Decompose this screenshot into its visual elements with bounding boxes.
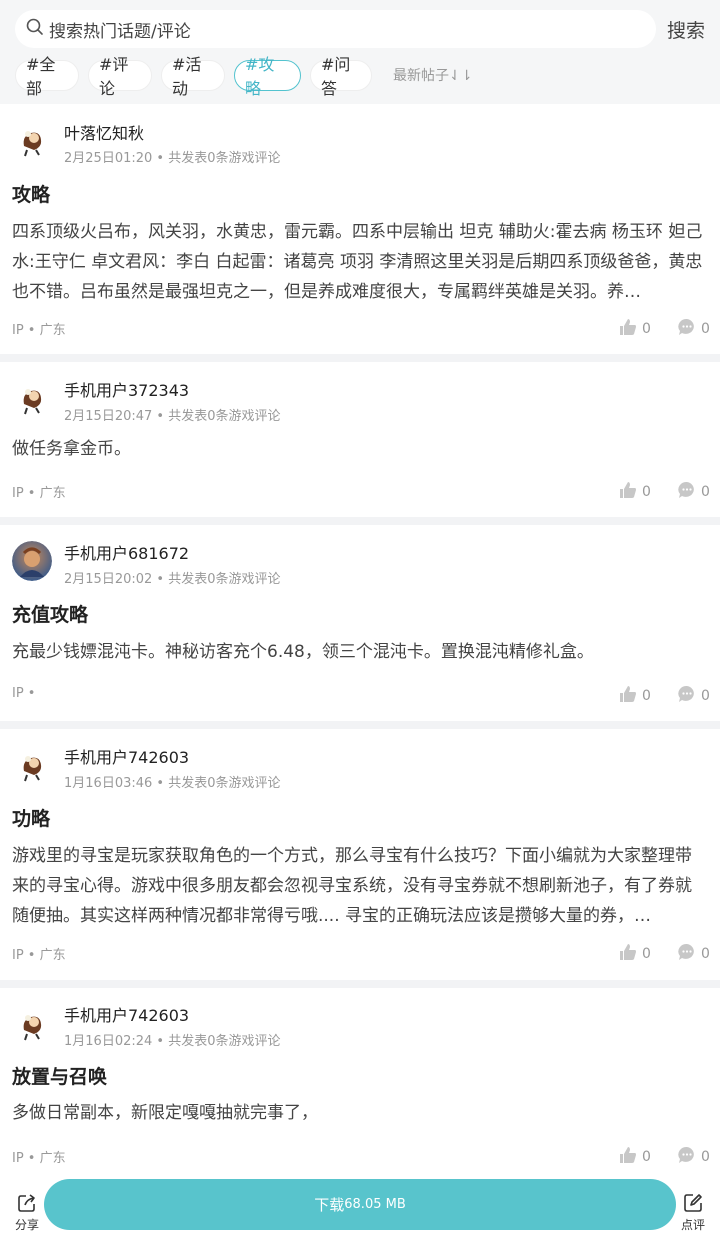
post-card[interactable]: 叶落忆知秋 2月25日01:20 • 共发表0条游戏评论 攻略 四系顶级火吕布，… — [0, 104, 720, 354]
post-card[interactable]: 手机用户742603 1月16日03:46 • 共发表0条游戏评论 功略 游戏里… — [0, 729, 720, 980]
post-title: 放置与召唤 — [12, 1066, 108, 1088]
like-count: 0 — [642, 484, 651, 500]
post-meta: 1月16日03:46 • 共发表0条游戏评论 — [64, 776, 281, 791]
comment-icon — [678, 943, 701, 965]
ip-location: IP • 广东 — [12, 1151, 66, 1166]
comment-button[interactable]: 0 — [678, 685, 710, 707]
search-placeholder: 搜索热门话题/评论 — [49, 21, 191, 42]
thumbs-up-icon — [619, 1146, 642, 1168]
tag-guide[interactable]: #攻略 — [234, 55, 301, 98]
comment-count: 0 — [701, 321, 710, 337]
post-meta: 2月15日20:47 • 共发表0条游戏评论 — [64, 409, 281, 424]
tag-qa[interactable]: #问答 — [310, 55, 372, 98]
comment-button[interactable]: 0 — [678, 943, 710, 965]
search-input[interactable]: 搜索热门话题/评论 — [15, 10, 656, 48]
post-content: 做任务拿金币。 — [12, 439, 131, 459]
ip-location: IP • 广东 — [12, 323, 66, 338]
review-button[interactable]: 点评 — [678, 1192, 708, 1233]
share-button[interactable]: 分享 — [12, 1192, 42, 1233]
comment-button[interactable]: 0 — [678, 318, 710, 340]
ip-location: IP • — [12, 686, 36, 701]
comment-count-text: 共发表0条游戏评论 — [168, 409, 281, 424]
post-title: 充值攻略 — [12, 604, 89, 626]
avatar[interactable] — [12, 1004, 52, 1044]
post-card[interactable]: 手机用户681672 2月15日20:02 • 共发表0条游戏评论 充值攻略 充… — [0, 525, 720, 721]
ip-location: IP • 广东 — [12, 486, 66, 501]
like-count: 0 — [642, 1149, 651, 1165]
like-button[interactable]: 0 — [619, 1146, 651, 1168]
search-button[interactable]: 搜索 — [667, 16, 705, 43]
comment-count-text: 共发表0条游戏评论 — [168, 776, 281, 791]
comment-count: 0 — [701, 688, 710, 704]
avatar[interactable] — [12, 378, 52, 418]
post-meta: 1月16日02:24 • 共发表0条游戏评论 — [64, 1034, 281, 1049]
tag-review[interactable]: #评论 — [88, 55, 152, 98]
bottom-action-bar: 分享 下载 68.05 MB 点评 — [0, 1172, 720, 1237]
sort-dropdown[interactable]: 最新帖子⇃⇂ — [393, 65, 472, 85]
username[interactable]: 手机用户742603 — [64, 1002, 189, 1026]
comment-button[interactable]: 0 — [678, 481, 710, 503]
comment-count: 0 — [701, 1149, 710, 1165]
post-content: 充最少钱嫖混沌卡。神秘访客充个6.48，领三个混沌卡。置换混沌精修礼盒。 — [12, 642, 594, 662]
thumbs-up-icon — [619, 685, 642, 707]
comment-button[interactable]: 0 — [678, 1146, 710, 1168]
like-count: 0 — [642, 321, 651, 337]
comment-icon — [678, 481, 701, 503]
top-bar: 搜索热门话题/评论 搜索 #全部 #评论 #活动 #攻略 #问答 最新帖子⇃⇂ — [0, 0, 720, 104]
post-time: 2月15日20:47 — [64, 409, 153, 424]
like-button[interactable]: 0 — [619, 685, 651, 707]
share-label: 分享 — [14, 1218, 39, 1232]
comment-count-text: 共发表0条游戏评论 — [168, 572, 281, 587]
like-button[interactable]: 0 — [619, 481, 651, 503]
ip-location: IP • 广东 — [12, 948, 66, 963]
like-button[interactable]: 0 — [619, 943, 651, 965]
like-count: 0 — [642, 688, 651, 704]
post-time: 1月16日02:24 — [64, 1034, 153, 1049]
thumbs-up-icon — [619, 318, 642, 340]
post-title: 攻略 — [12, 184, 51, 206]
download-size: 68.05 MB — [344, 1197, 406, 1212]
like-button[interactable]: 0 — [619, 318, 651, 340]
edit-icon — [678, 1192, 708, 1214]
avatar[interactable] — [12, 120, 52, 160]
post-title: 功略 — [12, 808, 51, 830]
tag-all[interactable]: #全部 — [15, 55, 79, 98]
search-icon — [25, 17, 45, 41]
username[interactable]: 手机用户681672 — [64, 540, 189, 564]
tag-activity[interactable]: #活动 — [161, 55, 225, 98]
comment-count: 0 — [701, 484, 710, 500]
comment-count-text: 共发表0条游戏评论 — [168, 1034, 281, 1049]
download-button[interactable]: 下载 68.05 MB — [44, 1179, 676, 1230]
review-label: 点评 — [680, 1218, 705, 1232]
comment-icon — [678, 1146, 701, 1168]
username[interactable]: 叶落忆知秋 — [64, 120, 144, 144]
post-content: 游戏里的寻宝是玩家获取角色的一个方式，那么寻宝有什么技巧？下面小编就为大家整理带… — [12, 846, 692, 926]
post-content: 四系顶级火吕布，风关羽，水黄忠，雷元霸。四系中层输出 坦克 辅助火:霍去病 杨玉… — [12, 222, 703, 302]
comment-icon — [678, 318, 701, 340]
post-meta: 2月25日01:20 • 共发表0条游戏评论 — [64, 151, 281, 166]
post-time: 2月25日01:20 — [64, 151, 153, 166]
share-icon — [12, 1192, 42, 1214]
avatar[interactable] — [12, 745, 52, 785]
tag-filter-bar: #全部 #评论 #活动 #攻略 #问答 最新帖子⇃⇂ — [15, 55, 472, 98]
post-card[interactable]: 手机用户372343 2月15日20:47 • 共发表0条游戏评论 做任务拿金币… — [0, 362, 720, 517]
like-count: 0 — [642, 946, 651, 962]
thumbs-up-icon — [619, 481, 642, 503]
username[interactable]: 手机用户742603 — [64, 744, 189, 768]
comment-count-text: 共发表0条游戏评论 — [168, 151, 281, 166]
post-content: 多做日常副本，新限定嘎嘎抽就完事了， — [12, 1103, 318, 1123]
post-time: 2月15日20:02 — [64, 572, 153, 587]
thumbs-up-icon — [619, 943, 642, 965]
post-time: 1月16日03:46 — [64, 776, 153, 791]
post-meta: 2月15日20:02 • 共发表0条游戏评论 — [64, 572, 281, 587]
comment-icon — [678, 685, 701, 707]
username[interactable]: 手机用户372343 — [64, 377, 189, 401]
avatar[interactable] — [12, 541, 52, 581]
download-label: 下载 — [314, 1196, 345, 1214]
comment-count: 0 — [701, 946, 710, 962]
